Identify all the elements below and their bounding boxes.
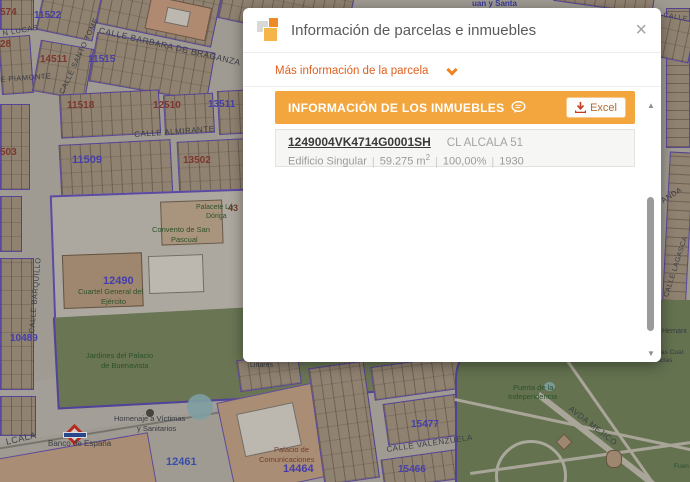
parcel-number: 12461 (166, 457, 197, 468)
excel-export-button[interactable]: Excel (566, 97, 626, 118)
scrollbar-thumb[interactable] (647, 197, 654, 331)
parcels-squares-icon (256, 17, 283, 44)
poi-label: uan y Santa (472, 0, 517, 8)
modal-scrollbar[interactable]: ▲ ▼ (645, 101, 657, 358)
scroll-up-icon[interactable]: ▲ (645, 101, 657, 110)
parcel-number: 14464 (283, 464, 314, 475)
fountain-cibeles (187, 394, 213, 420)
property-row: 1249004VK4714G0001SH CL ALCALA 51 Edifici… (275, 129, 635, 167)
parcel-number: 28 (0, 40, 11, 50)
map-block (0, 196, 22, 252)
parcel-number: 14511 (40, 55, 67, 65)
property-details: Edificio Singular|59.275 m2|100,00%|1930 (288, 151, 622, 169)
property-area: 59.275 m (380, 156, 426, 168)
poi-label: Dóriga (206, 213, 227, 220)
parcel-number: 15477 (411, 420, 439, 430)
divider (243, 86, 661, 87)
property-address: CL ALCALA 51 (447, 137, 523, 149)
poi-label: Palacio de (274, 446, 309, 454)
section-title: INFORMACIÓN DE LOS INMUEBLES (288, 101, 504, 115)
park-building (606, 450, 622, 468)
poi-label: Palacete Ló (196, 204, 233, 211)
modal-title: Información de parcelas e inmuebles (291, 22, 536, 39)
poi-label: Jardines del Palacio (86, 352, 153, 360)
inmuebles-section-header[interactable]: INFORMACIÓN DE LOS INMUEBLES Excel (275, 91, 635, 124)
parcel-number: 15466 (398, 465, 426, 475)
more-parcel-info-link[interactable]: Más información de la parcela (275, 65, 428, 77)
poi-label: Linares (250, 362, 273, 369)
chevron-down-icon[interactable] (446, 64, 457, 75)
poi-label: Hernani (662, 328, 687, 335)
map-block (662, 151, 690, 302)
modal-body: Más información de la parcela INFORMACIÓ… (243, 53, 661, 361)
parcel-number: 11509 (72, 155, 102, 166)
parcel-info-modal: Información de parcelas e inmuebles × Má… (243, 8, 661, 362)
poi-label: as Cuat (661, 350, 683, 357)
cadastre-map-viewer: CALLE BARBARA DE BRAGANZACALLE SANTO TOM… (0, 0, 690, 482)
parcel-number: 503 (0, 148, 17, 158)
property-year: 1930 (499, 156, 523, 168)
modal-header: Información de parcelas e inmuebles × (243, 8, 661, 53)
parcel-number: 12510 (153, 101, 181, 111)
poi-label: Ejército (101, 298, 126, 306)
cadastral-ref-link[interactable]: 1249004VK4714G0001SH (288, 135, 431, 149)
poi-label: y Sanitarios (137, 425, 176, 433)
poi-label: Independencia (508, 393, 557, 401)
poi-label: Convento de San (152, 226, 210, 234)
parcel-number: 11515 (88, 55, 115, 65)
poi-label: Homenaje a Víctimas (114, 415, 185, 423)
poi-label: de Buenavista (101, 362, 149, 370)
poi-label: Puerta de la (513, 384, 553, 392)
poi-label: Pascual (171, 236, 198, 244)
poi-label: Fuen (674, 464, 689, 471)
property-type: Edificio Singular (288, 156, 367, 168)
parcel-number: 574 (0, 8, 17, 18)
poi-label: Cuartel General del (78, 288, 143, 296)
property-participation: 100,00% (443, 156, 486, 168)
parcel-number: 12490 (103, 276, 134, 287)
scroll-down-icon[interactable]: ▼ (645, 349, 657, 358)
parcel-number: 11518 (67, 101, 94, 111)
poi-label: Comunicaciones (259, 456, 314, 464)
parcel-number: 13502 (183, 156, 211, 166)
close-icon[interactable]: × (631, 16, 651, 44)
excel-button-label: Excel (590, 102, 617, 114)
download-icon (575, 102, 586, 113)
parcel-number: 11522 (34, 11, 61, 21)
parcel-number: 13511 (208, 100, 235, 110)
comment-bubble-icon (511, 101, 526, 114)
poi-label: Banco de España (48, 440, 111, 448)
parcel-number: 10489 (10, 334, 38, 344)
